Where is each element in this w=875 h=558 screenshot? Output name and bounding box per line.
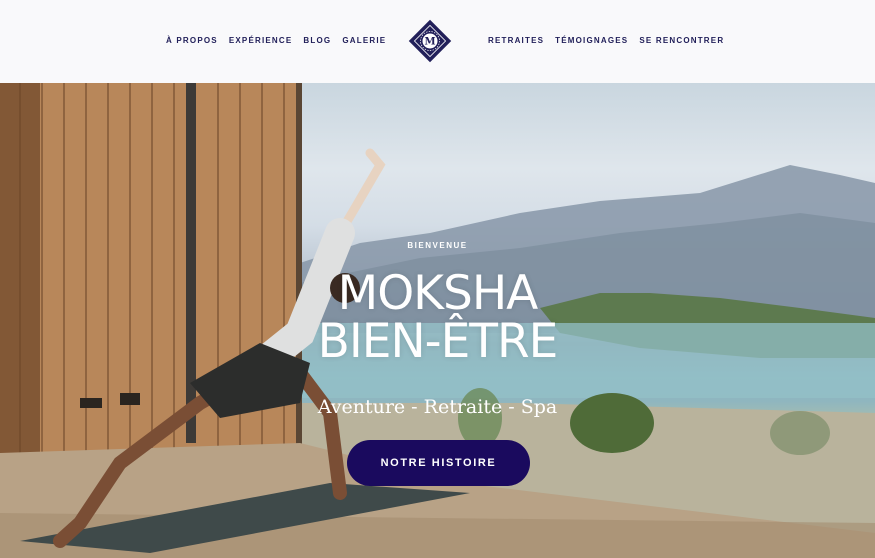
logo-letter: M	[424, 37, 435, 48]
site-logo[interactable]: M	[404, 15, 456, 67]
nav-link-galerie[interactable]: GALERIE	[342, 36, 386, 45]
nav-link-temoignages[interactable]: TÉMOIGNAGES	[555, 36, 628, 45]
nav-right: RETRAITES TÉMOIGNAGES SE RENCONTRER	[488, 36, 724, 45]
nav-link-retraites[interactable]: RETRAITES	[488, 36, 544, 45]
logo-diamond-icon: M	[408, 19, 452, 63]
hero-content: BIENVENUE MOKSHA BIEN-ÊTRE Aventure - Re…	[0, 83, 875, 558]
nav-link-a-propos[interactable]: À PROPOS	[166, 36, 218, 45]
site-header: À PROPOS EXPÉRIENCE BLOG GALERIE M RETRA…	[0, 0, 875, 83]
nav-left: À PROPOS EXPÉRIENCE BLOG GALERIE	[166, 36, 386, 45]
nav-link-blog[interactable]: BLOG	[303, 36, 331, 45]
nav-link-experience[interactable]: EXPÉRIENCE	[229, 36, 293, 45]
nav-link-se-rencontrer[interactable]: SE RENCONTRER	[639, 36, 724, 45]
hero-subtitle: Aventure - Retraite - Spa	[317, 396, 558, 418]
notre-histoire-button[interactable]: NOTRE HISTOIRE	[347, 440, 530, 486]
hero-title-line-1: MOKSHA	[337, 266, 539, 321]
hero-section: BIENVENUE MOKSHA BIEN-ÊTRE Aventure - Re…	[0, 83, 875, 558]
hero-title-line-2: BIEN-ÊTRE	[317, 314, 559, 369]
hero-eyebrow: BIENVENUE	[407, 241, 468, 250]
